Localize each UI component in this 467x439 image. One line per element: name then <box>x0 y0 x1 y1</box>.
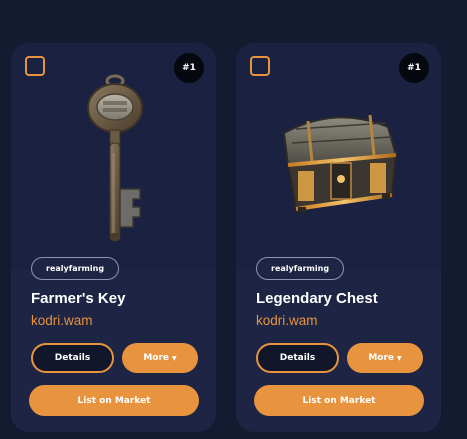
more-button[interactable]: More ▼ <box>122 343 198 373</box>
item-name: Legendary Chest <box>256 290 378 307</box>
card-image-area: #1 <box>11 43 216 269</box>
details-button[interactable]: Details <box>31 343 114 373</box>
market-label: List on Market <box>77 395 151 406</box>
more-label: More <box>368 353 395 363</box>
item-name: Farmer's Key <box>31 290 126 307</box>
nft-card: #1 realyfarming Legendary Chest kodri.wa… <box>236 43 441 432</box>
market-label: List on Market <box>302 395 376 406</box>
collection-tag[interactable]: realyfarming <box>256 257 345 280</box>
caret-down-icon: ▼ <box>172 354 177 362</box>
rank-badge: #1 <box>399 53 429 83</box>
more-label: More <box>143 353 170 363</box>
collection-tag[interactable]: realyfarming <box>31 257 120 280</box>
owner-name[interactable]: kodri.wam <box>31 313 93 328</box>
list-on-market-button[interactable]: List on Market <box>29 385 199 416</box>
select-checkbox[interactable] <box>250 56 270 76</box>
nft-card: #1 realyfarming Farmer's Key kodri.wam D… <box>11 43 216 432</box>
caret-down-icon: ▼ <box>397 354 402 362</box>
details-button[interactable]: Details <box>256 343 339 373</box>
select-checkbox[interactable] <box>25 56 45 76</box>
owner-name[interactable]: kodri.wam <box>256 313 318 328</box>
details-label: Details <box>54 353 91 363</box>
rank-badge: #1 <box>174 53 204 83</box>
more-button[interactable]: More ▼ <box>347 343 423 373</box>
card-image-area: #1 <box>236 43 441 269</box>
details-label: Details <box>279 353 316 363</box>
list-on-market-button[interactable]: List on Market <box>254 385 424 416</box>
